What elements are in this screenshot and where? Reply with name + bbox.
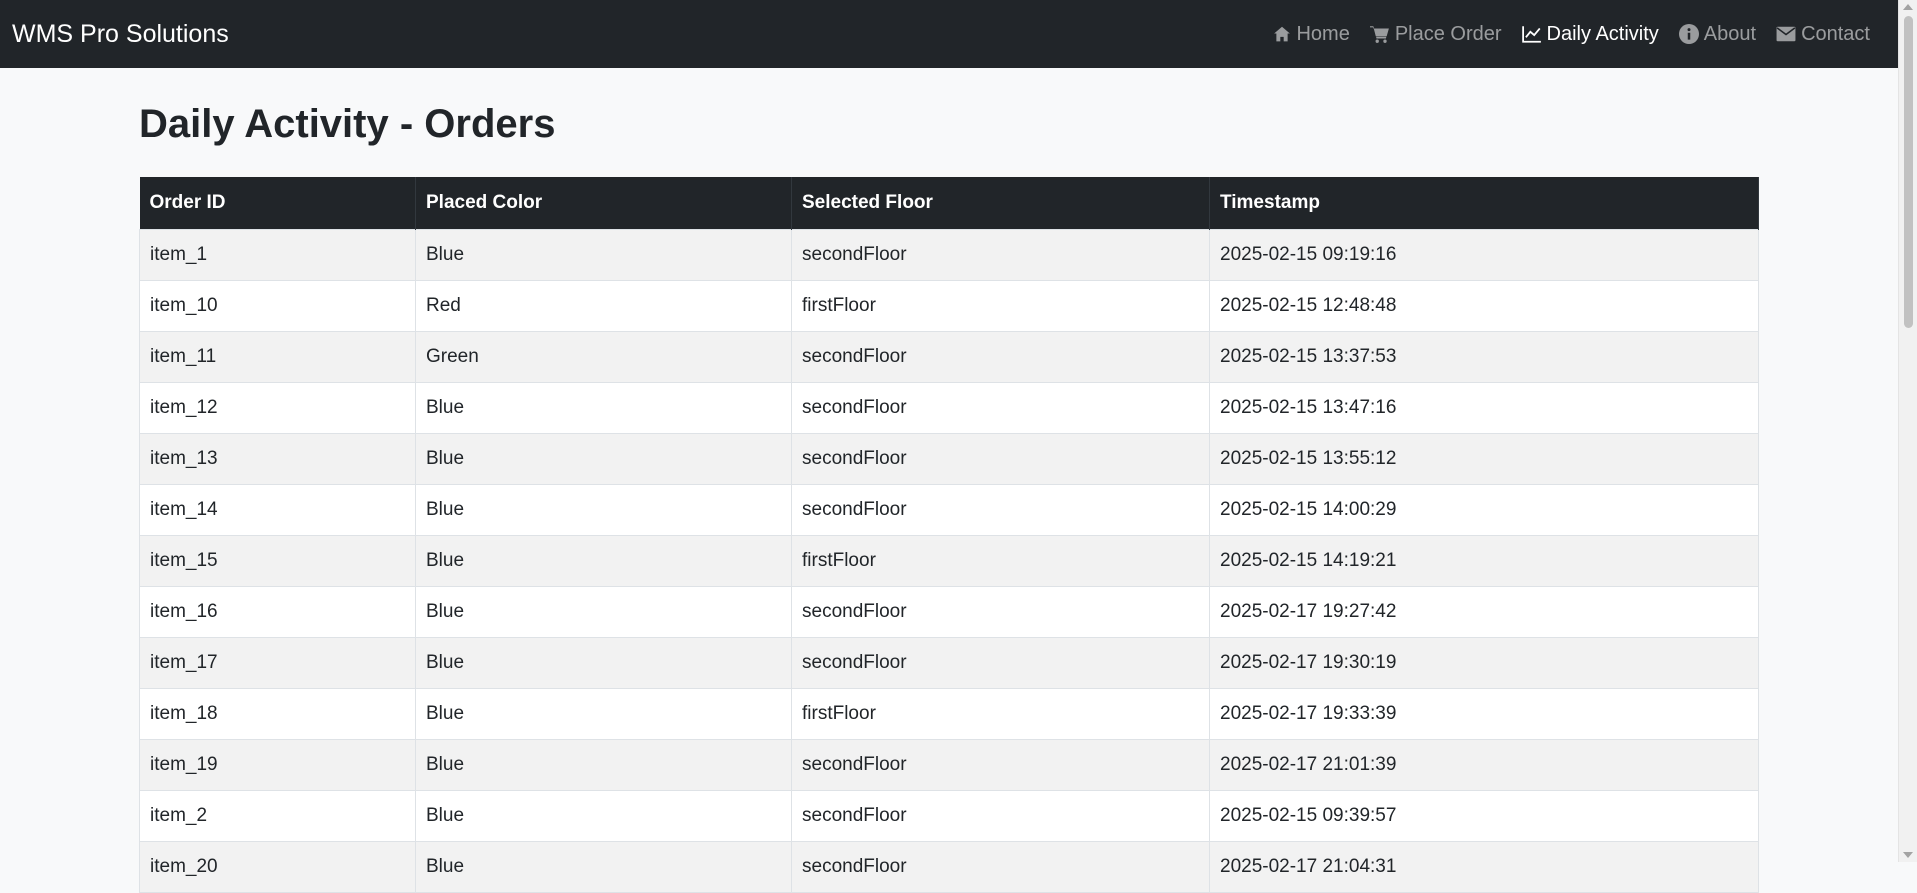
placed-color-cell: Blue (415, 381, 792, 434)
order-id-cell: item_17 (139, 636, 416, 689)
order-id-cell: item_11 (139, 330, 416, 383)
nav-item-home[interactable]: Home (1263, 23, 1359, 46)
timestamp-cell: 2025-02-15 13:47:16 (1209, 381, 1759, 434)
selected-floor-cell: secondFloor (791, 381, 1210, 434)
nav-item-daily-activity[interactable]: Daily Activity (1512, 23, 1669, 46)
table-row: item_19 Blue secondFloor 2025-02-17 21:01:3… (139, 738, 1759, 791)
placed-color-cell: Blue (415, 483, 792, 536)
selected-floor-cell: secondFloor (791, 738, 1210, 791)
cart-icon (1369, 26, 1389, 43)
table-row: item_16 Blue secondFloor 2025-02-17 19:27:4… (139, 585, 1759, 638)
order-id-cell: item_16 (139, 585, 416, 638)
table-row: item_11 Green secondFloor 2025-02-15 13:37:… (139, 330, 1759, 383)
order-id-cell: item_15 (139, 534, 416, 587)
table-row: item_20 Blue secondFloor 2025-02-17 21:04:3… (139, 840, 1759, 893)
placed-color-cell: Blue (415, 840, 792, 893)
order-id-cell: item_10 (139, 279, 416, 332)
column-header-order-id: Order ID (139, 177, 416, 229)
selected-floor-cell: firstFloor (791, 534, 1210, 587)
placed-color-cell: Blue (415, 432, 792, 485)
selected-floor-cell: firstFloor (791, 279, 1210, 332)
column-header-placed-color: Placed Color (415, 177, 792, 229)
nav-item-about[interactable]: About (1669, 23, 1766, 46)
selected-floor-cell: secondFloor (791, 228, 1210, 281)
table-row: item_13 Blue secondFloor 2025-02-15 13:55:1… (139, 432, 1759, 485)
scroll-up-arrow-icon[interactable] (1903, 4, 1913, 10)
chart-line-icon (1521, 26, 1541, 43)
timestamp-cell: 2025-02-15 13:55:12 (1209, 432, 1759, 485)
placed-color-cell: Red (415, 279, 792, 332)
column-header-timestamp: Timestamp (1209, 177, 1759, 229)
nav-menu: Home Place Order Daily Activity About Co… (1263, 23, 1880, 46)
table-row: item_18 Blue firstFloor 2025-02-17 19:33:39 (139, 687, 1759, 740)
navbar: WMS Pro Solutions Home Place Order Daily… (0, 0, 1898, 68)
table-row: item_12 Blue secondFloor 2025-02-15 13:47:1… (139, 381, 1759, 434)
timestamp-cell: 2025-02-15 13:37:53 (1209, 330, 1759, 383)
selected-floor-cell: secondFloor (791, 585, 1210, 638)
selected-floor-cell: secondFloor (791, 483, 1210, 536)
placed-color-cell: Blue (415, 585, 792, 638)
info-icon (1678, 24, 1699, 44)
nav-item-label: Place Order (1394, 22, 1502, 45)
main-content: Daily Activity - Orders Order ID Placed … (139, 68, 1759, 893)
selected-floor-cell: firstFloor (791, 687, 1210, 740)
selected-floor-cell: secondFloor (791, 636, 1210, 689)
placed-color-cell: Blue (415, 534, 792, 587)
order-id-cell: item_2 (139, 789, 416, 842)
column-header-selected-floor: Selected Floor (791, 177, 1210, 229)
nav-item-label: Daily Activity (1546, 22, 1659, 45)
timestamp-cell: 2025-02-15 14:19:21 (1209, 534, 1759, 587)
selected-floor-cell: secondFloor (791, 840, 1210, 893)
selected-floor-cell: secondFloor (791, 330, 1210, 383)
timestamp-cell: 2025-02-17 19:30:19 (1209, 636, 1759, 689)
scrollbar-thumb[interactable] (1904, 16, 1913, 328)
vertical-scrollbar[interactable] (1898, 0, 1917, 862)
timestamp-cell: 2025-02-15 12:48:48 (1209, 279, 1759, 332)
order-id-cell: item_13 (139, 432, 416, 485)
order-id-cell: item_14 (139, 483, 416, 536)
table-body: item_1 Blue secondFloor 2025-02-15 09:19:16… (139, 228, 1759, 893)
table-row: item_15 Blue firstFloor 2025-02-15 14:19:21 (139, 534, 1759, 587)
order-id-cell: item_12 (139, 381, 416, 434)
order-id-cell: item_1 (139, 228, 416, 281)
envelope-icon (1776, 26, 1796, 42)
placed-color-cell: Green (415, 330, 792, 383)
timestamp-cell: 2025-02-17 19:27:42 (1209, 585, 1759, 638)
placed-color-cell: Blue (415, 228, 792, 281)
order-id-cell: item_20 (139, 840, 416, 893)
table-row: item_14 Blue secondFloor 2025-02-15 14:00:2… (139, 483, 1759, 536)
selected-floor-cell: secondFloor (791, 789, 1210, 842)
timestamp-cell: 2025-02-15 14:00:29 (1209, 483, 1759, 536)
nav-item-label: Contact (1801, 22, 1870, 45)
timestamp-cell: 2025-02-17 19:33:39 (1209, 687, 1759, 740)
timestamp-cell: 2025-02-17 21:04:31 (1209, 840, 1759, 893)
scroll-down-arrow-icon[interactable] (1903, 852, 1913, 858)
nav-item-contact[interactable]: Contact (1766, 23, 1880, 46)
table-row: item_1 Blue secondFloor 2025-02-15 09:19:16 (139, 228, 1759, 281)
table-header-row: Order ID Placed Color Selected Floor Tim… (139, 177, 1759, 229)
timestamp-cell: 2025-02-17 21:01:39 (1209, 738, 1759, 791)
timestamp-cell: 2025-02-15 09:19:16 (1209, 228, 1759, 281)
order-id-cell: item_19 (139, 738, 416, 791)
placed-color-cell: Blue (415, 738, 792, 791)
placed-color-cell: Blue (415, 636, 792, 689)
nav-item-label: About (1703, 22, 1757, 45)
table-row: item_17 Blue secondFloor 2025-02-17 19:30:1… (139, 636, 1759, 689)
brand-logo-text[interactable]: WMS Pro Solutions (12, 20, 229, 49)
placed-color-cell: Blue (415, 789, 792, 842)
table-row: item_2 Blue secondFloor 2025-02-15 09:39:57 (139, 789, 1759, 842)
table-row: item_10 Red firstFloor 2025-02-15 12:48:48 (139, 279, 1759, 332)
order-id-cell: item_18 (139, 687, 416, 740)
orders-table: Order ID Placed Color Selected Floor Tim… (139, 177, 1759, 893)
placed-color-cell: Blue (415, 687, 792, 740)
timestamp-cell: 2025-02-15 09:39:57 (1209, 789, 1759, 842)
page-title: Daily Activity - Orders (139, 102, 556, 146)
selected-floor-cell: secondFloor (791, 432, 1210, 485)
nav-item-place-order[interactable]: Place Order (1360, 23, 1512, 46)
nav-item-label: Home (1296, 22, 1350, 45)
home-icon (1274, 26, 1291, 42)
